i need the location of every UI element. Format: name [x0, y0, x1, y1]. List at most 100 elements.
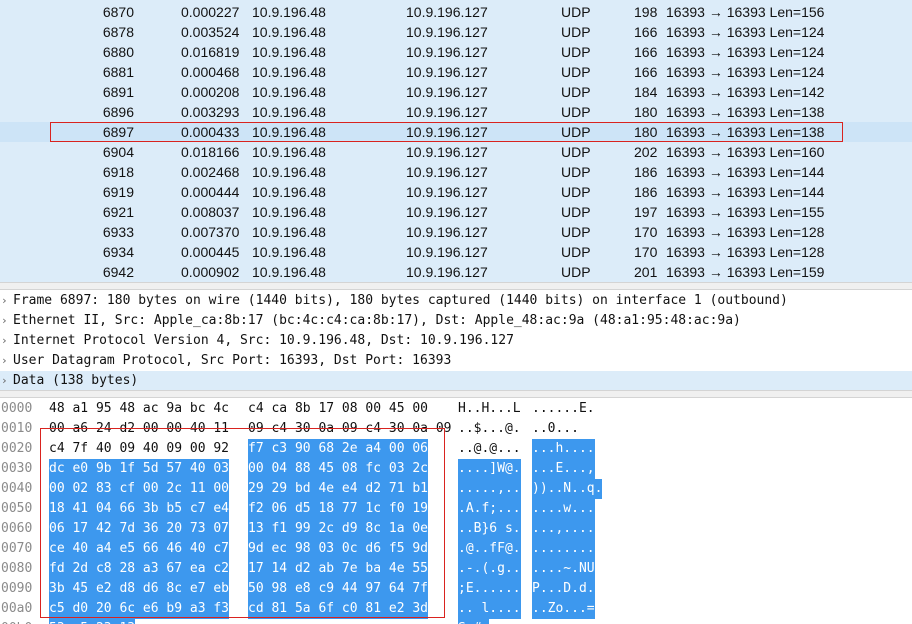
byte-offset: 0050 [1, 501, 33, 516]
packet-row[interactable]: 6918 0.002468 10.9.196.48 10.9.196.127 UDP 18… [0, 162, 912, 182]
ascii-left: ;E...... [458, 579, 521, 599]
chevron-right-icon[interactable]: › [1, 351, 11, 371]
ascii-left: H..H...L [458, 401, 521, 416]
hex-dump-row[interactable]: 0070 ce 40 a4 e5 66 46 40 c7 9d ec 98 03 0… [0, 539, 912, 559]
packet-len-cell: 180 [634, 104, 658, 120]
chevron-right-icon[interactable]: › [1, 291, 11, 311]
packet-src-cell: 10.9.196.48 [252, 84, 326, 100]
packet-row[interactable]: 6880 0.016819 10.9.196.48 10.9.196.127 UDP 16… [0, 42, 912, 62]
packet-len-cell: 170 [634, 244, 658, 260]
packet-details-tree[interactable]: › Frame 6897: 180 bytes on wire (1440 bit… [0, 290, 912, 391]
chevron-right-icon[interactable]: › [1, 371, 11, 391]
hex-dump-row[interactable]: 0000 48 a1 95 48 ac 9a bc 4c c4 ca 8b 17 0… [0, 399, 912, 419]
hex-bytes-right: 13 f1 99 2c d9 8c 1a 0e [248, 519, 429, 539]
packet-no-cell: 6878 [102, 24, 134, 40]
hex-dump-row[interactable]: 0020 c4 7f 40 09 40 09 00 92 f7 c3 90 68 2… [0, 439, 912, 459]
packet-proto-cell: UDP [561, 124, 591, 140]
hex-bytes-left: fd 2d c8 28 a3 67 ea c2 [49, 559, 230, 579]
hex-dump-row[interactable]: 0060 06 17 42 7d 36 20 73 07 13 f1 99 2c d… [0, 519, 912, 539]
hex-dump-row[interactable]: 0030 dc e0 9b 1f 5d 57 40 03 00 04 88 45 0… [0, 459, 912, 479]
hex-bytes-right: 09 c4 30 0a 09 c4 30 0a 09 [248, 421, 452, 436]
hex-dump-row[interactable]: 00a0 c5 d0 20 6c e6 b9 a3 f3 cd 81 5a 6f c… [0, 599, 912, 619]
byte-offset: 0010 [1, 421, 33, 436]
packet-time-cell: 0.000444 [181, 184, 240, 200]
ascii-left: S.#. [458, 619, 490, 624]
tree-item[interactable]: › Data (138 bytes) [0, 371, 912, 391]
packet-len-cell: 186 [634, 164, 658, 180]
hex-dump-row[interactable]: 0010 00 a6 24 d2 00 00 40 11 09 c4 30 0a 0… [0, 419, 912, 439]
packet-row[interactable]: 6933 0.007370 10.9.196.48 10.9.196.127 UDP 17… [0, 222, 912, 242]
packet-len-cell: 197 [634, 204, 658, 220]
packet-no-cell: 6934 [102, 244, 134, 260]
packet-no-cell: 6921 [102, 204, 134, 220]
packet-bytes-pane[interactable]: 0000 48 a1 95 48 ac 9a bc 4c c4 ca 8b 17 0… [0, 398, 912, 624]
packet-time-cell: 0.003293 [181, 104, 240, 120]
packet-dst-cell: 10.9.196.127 [406, 164, 488, 180]
packet-no-cell: 6919 [102, 184, 134, 200]
packet-info-cell: 16393 → 16393 Len=124 [666, 44, 825, 60]
ascii-right: ...,.... [532, 519, 595, 539]
tree-item[interactable]: › Frame 6897: 180 bytes on wire (1440 bit… [0, 291, 912, 311]
packet-row[interactable]: 6881 0.000468 10.9.196.48 10.9.196.127 UDP 16… [0, 62, 912, 82]
hex-bytes-right: cd 81 5a 6f c0 81 e2 3d [248, 599, 429, 619]
hex-bytes-right: 29 29 bd 4e e4 d2 71 b1 [248, 479, 429, 499]
hex-dump-row[interactable]: 00b0 53 a5 23 13 S.#. [0, 619, 912, 624]
tree-item[interactable]: › User Datagram Protocol, Src Port: 16393… [0, 351, 912, 371]
byte-offset: 0080 [1, 561, 33, 576]
packet-info-cell: 16393 → 16393 Len=144 [666, 164, 825, 180]
packet-src-cell: 10.9.196.48 [252, 164, 326, 180]
ascii-left: ....]W@. [458, 459, 521, 479]
packet-len-cell: 202 [634, 144, 658, 160]
packet-time-cell: 0.007370 [181, 224, 240, 240]
hex-bytes-left: c5 d0 20 6c e6 b9 a3 f3 [49, 599, 230, 619]
packet-row[interactable]: 6870 0.000227 10.9.196.48 10.9.196.127 UDP 19… [0, 2, 912, 22]
packet-src-cell: 10.9.196.48 [252, 4, 326, 20]
packet-src-cell: 10.9.196.48 [252, 104, 326, 120]
packet-row[interactable]: 6878 0.003524 10.9.196.48 10.9.196.127 UDP 16… [0, 22, 912, 42]
byte-offset: 0020 [1, 441, 33, 456]
chevron-right-icon[interactable]: › [1, 311, 11, 331]
ascii-left: .. l.... [458, 599, 521, 619]
tree-item[interactable]: › Ethernet II, Src: Apple_ca:8b:17 (bc:4c… [0, 311, 912, 331]
packet-row[interactable]: 6934 0.000445 10.9.196.48 10.9.196.127 UDP 17… [0, 242, 912, 262]
hex-dump-row[interactable]: 0050 18 41 04 66 3b b5 c7 e4 f2 06 d5 18 7… [0, 499, 912, 519]
tree-item[interactable]: › Internet Protocol Version 4, Src: 10.9.… [0, 331, 912, 351]
hex-bytes-left: 53 a5 23 13 [49, 619, 136, 624]
packet-row[interactable]: 6891 0.000208 10.9.196.48 10.9.196.127 UDP 18… [0, 82, 912, 102]
packet-time-cell: 0.002468 [181, 164, 240, 180]
packet-row[interactable]: 6896 0.003293 10.9.196.48 10.9.196.127 UDP 18… [0, 102, 912, 122]
tree-item-label: Frame 6897: 180 bytes on wire (1440 bits… [13, 293, 788, 308]
packet-src-cell: 10.9.196.48 [252, 64, 326, 80]
packet-len-cell: 180 [634, 124, 658, 140]
byte-offset: 0060 [1, 521, 33, 536]
packet-row[interactable]: 6942 0.000902 10.9.196.48 10.9.196.127 UDP 20… [0, 262, 912, 282]
pane-splitter-top[interactable] [0, 282, 912, 290]
hex-bytes-right: 00 04 88 45 08 fc 03 2c [248, 459, 429, 479]
hex-dump-row[interactable]: 0080 fd 2d c8 28 a3 67 ea c2 17 14 d2 ab 7… [0, 559, 912, 579]
ascii-left: ..B}6 s. [458, 519, 521, 539]
hex-dump-row[interactable]: 0090 3b 45 e2 d8 d6 8c e7 eb 50 98 e8 c9 4… [0, 579, 912, 599]
ascii-left: ..@.@... [458, 441, 521, 456]
packet-no-cell: 6891 [102, 84, 134, 100]
packet-dst-cell: 10.9.196.127 [406, 124, 488, 140]
packet-row[interactable]: 6904 0.018166 10.9.196.48 10.9.196.127 UDP 20… [0, 142, 912, 162]
byte-offset: 0090 [1, 581, 33, 596]
packet-src-cell: 10.9.196.48 [252, 204, 326, 220]
packet-row-selected[interactable]: 6897 0.000433 10.9.196.48 10.9.196.127 UDP 18… [0, 122, 912, 142]
hex-dump-row[interactable]: 0040 00 02 83 cf 00 2c 11 00 29 29 bd 4e e… [0, 479, 912, 499]
ascii-right: ))..N..q. [532, 479, 603, 499]
hex-bytes-left: 00 a6 24 d2 00 00 40 11 [49, 421, 230, 436]
packet-proto-cell: UDP [561, 24, 591, 40]
packet-no-cell: 6881 [102, 64, 134, 80]
byte-offset: 0000 [1, 401, 33, 416]
packet-time-cell: 0.000227 [181, 4, 240, 20]
packet-row[interactable]: 6921 0.008037 10.9.196.48 10.9.196.127 UDP 19… [0, 202, 912, 222]
chevron-right-icon[interactable]: › [1, 331, 11, 351]
packet-no-cell: 6904 [102, 144, 134, 160]
tree-item-label: Internet Protocol Version 4, Src: 10.9.1… [13, 333, 514, 348]
packet-row[interactable]: 6919 0.000444 10.9.196.48 10.9.196.127 UDP 18… [0, 182, 912, 202]
packet-time-cell: 0.016819 [181, 44, 240, 60]
pane-splitter-bottom[interactable] [0, 390, 912, 398]
packet-list[interactable]: 6870 0.000227 10.9.196.48 10.9.196.127 UDP 19… [0, 0, 912, 282]
packet-dst-cell: 10.9.196.127 [406, 4, 488, 20]
